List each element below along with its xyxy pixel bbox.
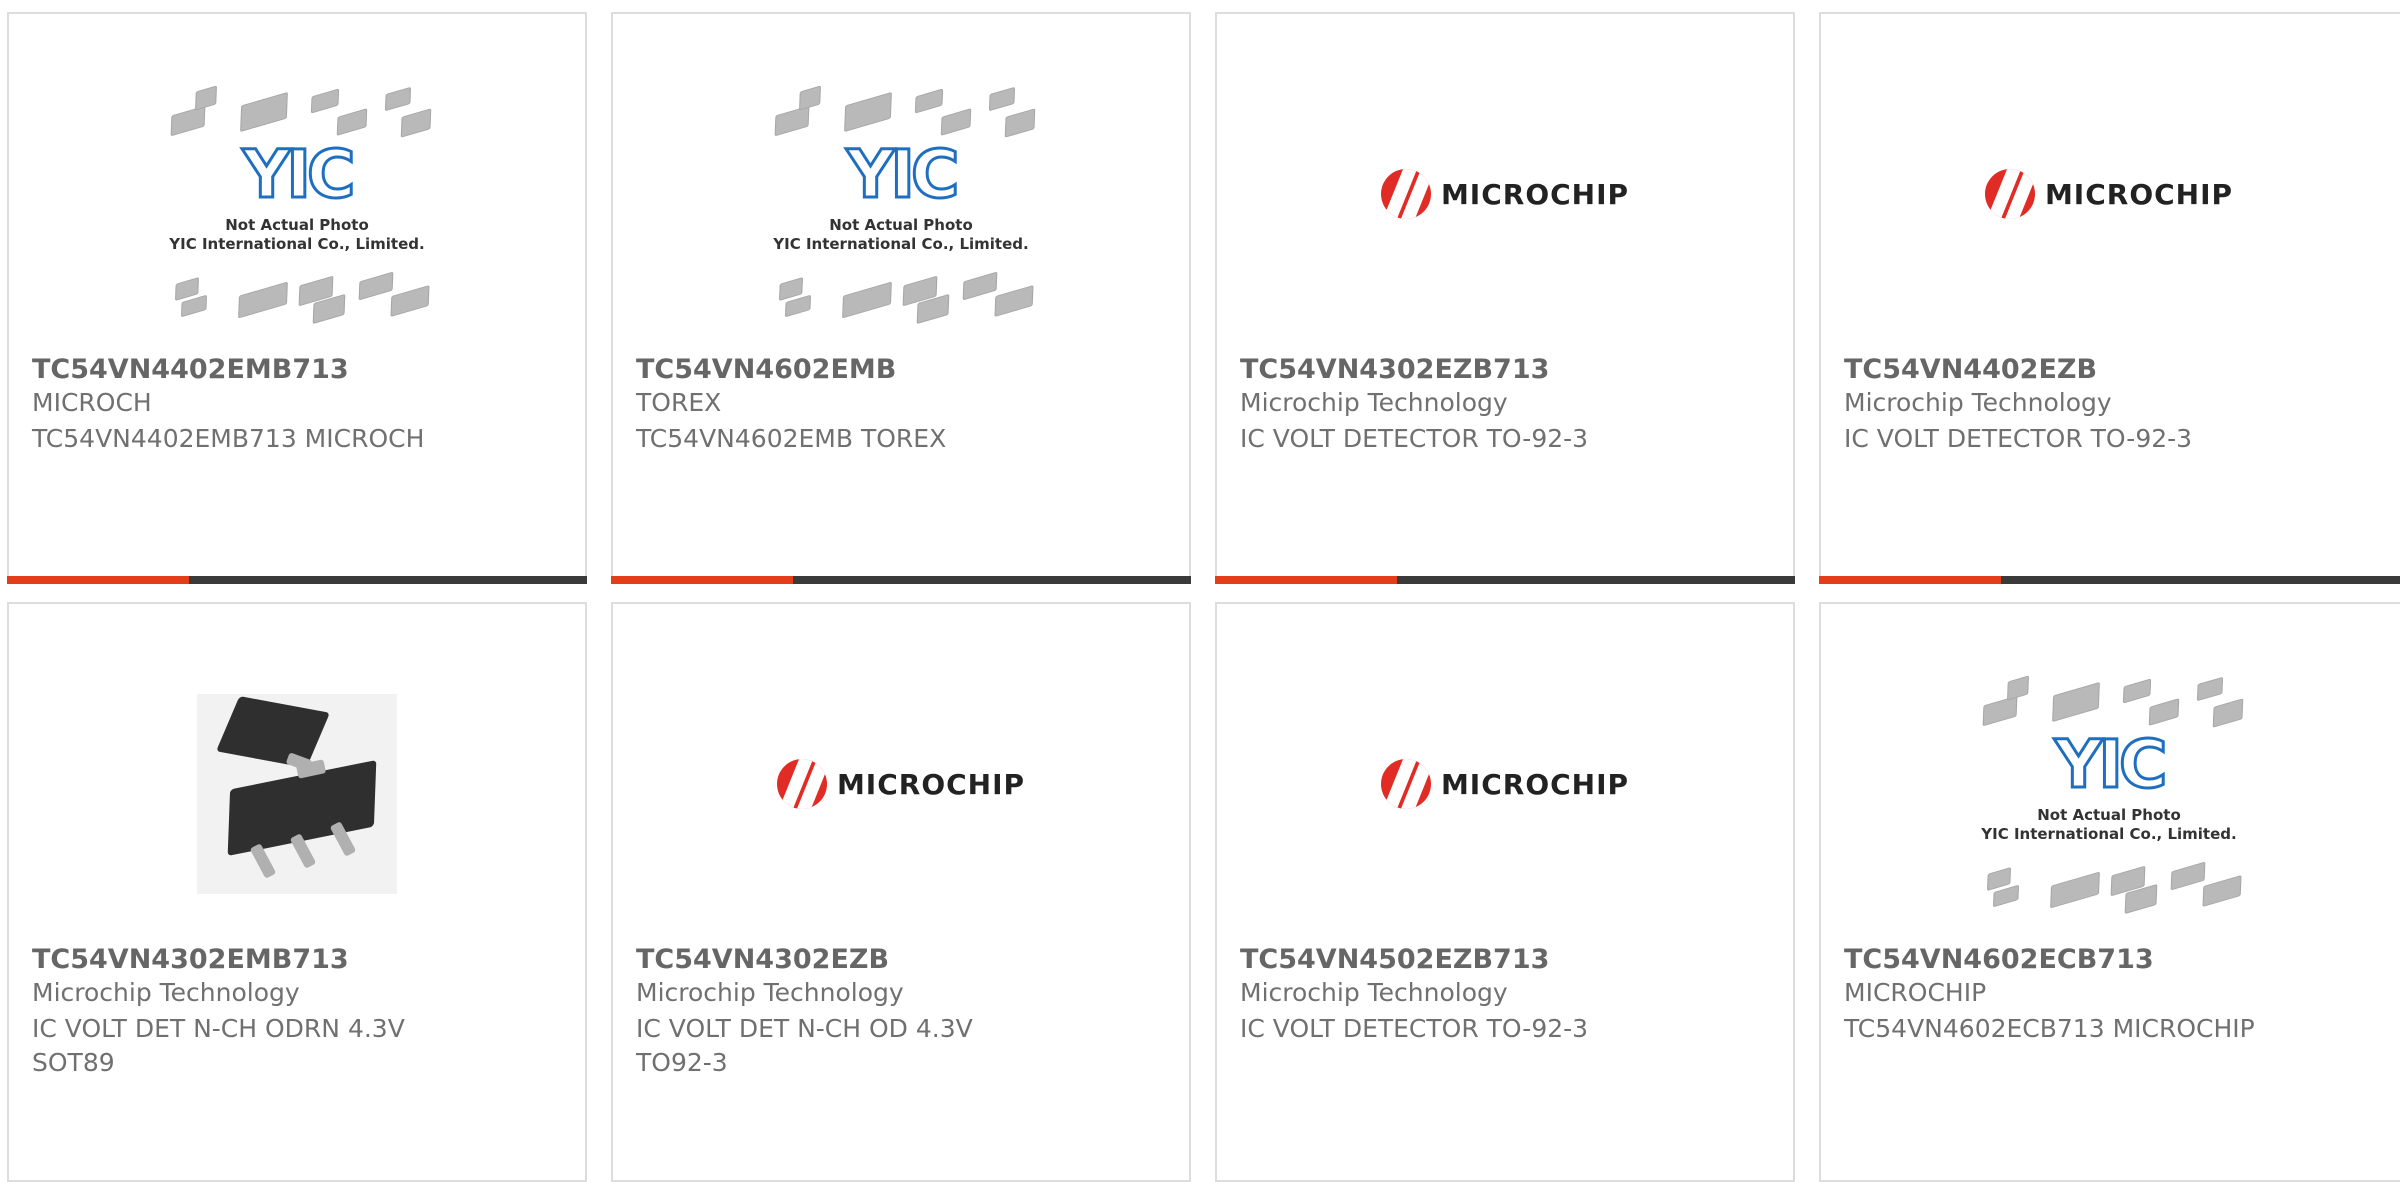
description: IC VOLT DETECTOR TO-92-3 (1240, 1014, 1589, 1043)
not-actual-photo-placeholder: YIC Not Actual Photo YIC International Co… (768, 84, 1036, 325)
microchip-mark-icon (1380, 759, 1431, 809)
part-number-link[interactable]: TC54VN4602ECB713 (1844, 944, 2400, 975)
microchip-mark-icon (1380, 169, 1431, 219)
description: TC54VN4602EMB TOREX (636, 424, 947, 453)
product-image[interactable]: YIC Not Actual Photo YIC International Co… (9, 54, 585, 354)
manufacturer: MICROCHIP (1844, 978, 1987, 1007)
product-card[interactable]: MICROCHIP TC54VN4502EZB713 Microchip Tec… (1215, 602, 1795, 1182)
part-number-link[interactable]: TC54VN4402EZB (1844, 354, 2400, 385)
part-number-link[interactable]: TC54VN4602EMB (636, 354, 1179, 385)
product-card[interactable]: TC54VN4302EMB713 Microchip Technology IC… (7, 602, 587, 1182)
sot89-package-photo (197, 694, 397, 894)
product-image[interactable]: MICROCHIP (1821, 54, 2397, 354)
microchip-logo: MICROCHIP (776, 759, 1025, 809)
description: TC54VN4602ECB713 MICROCHIP (1844, 1014, 2255, 1043)
product-image[interactable] (9, 644, 585, 944)
manufacturer: TOREX (636, 388, 722, 417)
yic-logo: YIC (845, 136, 961, 213)
yic-logo: YIC (241, 136, 357, 213)
description: IC VOLT DETECTOR TO-92-3 (1844, 424, 2193, 453)
manufacturer: Microchip Technology (1240, 388, 1508, 417)
product-card[interactable]: MICROCHIP TC54VN4402EZB Microchip Techno… (1819, 12, 2400, 584)
description: IC VOLT DET N-CH OD 4.3V TO92-3 (636, 1014, 973, 1077)
part-number-link[interactable]: TC54VN4302EMB713 (32, 944, 575, 975)
card-footer-bar (7, 576, 587, 584)
description: IC VOLT DET N-CH ODRN 4.3V SOT89 (32, 1014, 405, 1077)
not-actual-photo-placeholder: YIC Not Actual Photo YIC International Co… (1976, 674, 2244, 915)
card-footer-bar (1215, 576, 1795, 584)
part-number-link[interactable]: TC54VN4302EZB713 (1240, 354, 1783, 385)
product-card[interactable]: MICROCHIP TC54VN4302EZB713 Microchip Tec… (1215, 12, 1795, 584)
product-image[interactable]: YIC Not Actual Photo YIC International Co… (613, 54, 1189, 354)
manufacturer: Microchip Technology (636, 978, 904, 1007)
microchip-logo: MICROCHIP (1984, 169, 2233, 219)
placeholder-note: Not Actual Photo YIC International Co., L… (773, 216, 1029, 253)
product-card[interactable]: YIC Not Actual Photo YIC International Co… (1819, 602, 2400, 1182)
not-actual-photo-placeholder: YIC Not Actual Photo YIC International Co… (164, 84, 432, 325)
card-footer-bar (1819, 576, 2400, 584)
product-image[interactable]: MICROCHIP (1217, 644, 1793, 944)
description: IC VOLT DETECTOR TO-92-3 (1240, 424, 1589, 453)
manufacturer: Microchip Technology (1240, 978, 1508, 1007)
manufacturer: Microchip Technology (1844, 388, 2112, 417)
manufacturer: MICROCH (32, 388, 152, 417)
placeholder-note: Not Actual Photo YIC International Co., L… (169, 216, 425, 253)
part-number-link[interactable]: TC54VN4302EZB (636, 944, 1179, 975)
product-card[interactable]: YIC Not Actual Photo YIC International Co… (611, 12, 1191, 584)
manufacturer: Microchip Technology (32, 978, 300, 1007)
product-image[interactable]: MICROCHIP (1217, 54, 1793, 354)
product-image[interactable]: MICROCHIP (613, 644, 1189, 944)
card-footer-bar (611, 576, 1191, 584)
microchip-logo: MICROCHIP (1380, 759, 1629, 809)
microchip-mark-icon (776, 759, 827, 809)
product-card[interactable]: MICROCHIP TC54VN4302EZB Microchip Techno… (611, 602, 1191, 1182)
microchip-mark-icon (1984, 169, 2035, 219)
part-number-link[interactable]: TC54VN4502EZB713 (1240, 944, 1783, 975)
yic-logo: YIC (2053, 726, 2169, 803)
product-image[interactable]: YIC Not Actual Photo YIC International Co… (1821, 644, 2397, 944)
part-number-link[interactable]: TC54VN4402EMB713 (32, 354, 575, 385)
description: TC54VN4402EMB713 MICROCH (32, 424, 425, 453)
microchip-logo: MICROCHIP (1380, 169, 1629, 219)
placeholder-note: Not Actual Photo YIC International Co., L… (1981, 806, 2237, 843)
product-card[interactable]: YIC Not Actual Photo YIC International Co… (7, 12, 587, 584)
